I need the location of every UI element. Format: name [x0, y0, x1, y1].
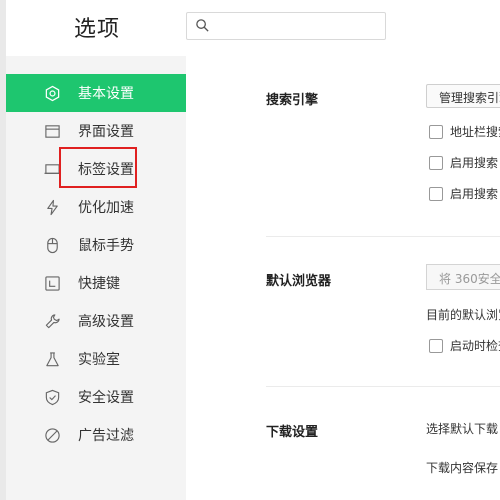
wrench-icon	[45, 314, 60, 329]
current-default-browser-text: 目前的默认浏览器	[426, 308, 500, 322]
section-title-search-engine: 搜索引擎	[266, 93, 319, 108]
checkbox-label: 启用搜索	[450, 156, 499, 170]
checkbox-label: 启动时检查	[450, 339, 500, 353]
section-title-default-browser: 默认浏览器	[266, 274, 332, 289]
sidebar-item-advanced-settings[interactable]: 高级设置	[6, 302, 186, 340]
flask-icon	[46, 352, 59, 367]
checkbox-enable-search-1[interactable]	[429, 156, 443, 170]
download-save-text: 下载内容保存	[426, 461, 499, 475]
sidebar-item-basic-settings[interactable]: 基本设置	[6, 74, 186, 112]
section-title-download: 下载设置	[266, 425, 319, 440]
settings-content: 搜索引擎 管理搜索引擎 地址栏搜索 启用搜索 启用搜索 默认浏览器 将 360安…	[186, 56, 500, 500]
sidebar-item-label: 高级设置	[78, 314, 134, 330]
sidebar-item-label: 界面设置	[78, 124, 134, 140]
sidebar-item-lab[interactable]: 实验室	[6, 340, 186, 378]
page-title: 选项	[74, 17, 121, 42]
sidebar-item-mouse-gestures[interactable]: 鼠标手势	[6, 226, 186, 264]
checkbox-label: 启用搜索	[450, 187, 499, 201]
sidebar-item-shortcuts[interactable]: 快捷键	[6, 264, 186, 302]
gear-icon	[45, 85, 60, 102]
sidebar-item-label: 基本设置	[78, 86, 134, 102]
sidebar-item-label: 广告过滤	[78, 428, 134, 444]
header: 选项	[6, 0, 500, 56]
checkbox-address-bar-search[interactable]	[429, 125, 443, 139]
sidebar-item-interface-settings[interactable]: 界面设置	[6, 112, 186, 150]
sidebar-item-label: 安全设置	[78, 390, 134, 406]
checkbox-label: 地址栏搜索	[450, 125, 500, 139]
sidebar-item-label: 快捷键	[78, 276, 120, 292]
checkbox-startup-check[interactable]	[429, 339, 443, 353]
manage-search-engine-button[interactable]: 管理搜索引擎	[426, 84, 500, 108]
sidebar-item-security-settings[interactable]: 安全设置	[6, 378, 186, 416]
default-browser-select[interactable]: 将 360安全浏览器	[426, 264, 500, 290]
lightning-icon	[47, 199, 58, 216]
checkbox-enable-search-2[interactable]	[429, 187, 443, 201]
shortcut-icon	[45, 276, 60, 291]
section-divider	[266, 386, 500, 387]
section-divider	[266, 236, 500, 237]
shield-icon	[45, 389, 60, 406]
sidebar-item-ad-filter[interactable]: 广告过滤	[6, 416, 186, 454]
window-icon	[45, 125, 60, 138]
sidebar-item-label: 优化加速	[78, 200, 134, 216]
mouse-icon	[47, 237, 58, 254]
sidebar-item-label: 实验室	[78, 352, 120, 368]
sidebar: 基本设置 界面设置 标签设置 优化加速 鼠标手势 快捷键 高级设置 实验室 安全…	[6, 56, 186, 500]
block-icon	[45, 428, 60, 443]
sidebar-item-optimization[interactable]: 优化加速	[6, 188, 186, 226]
download-choose-text: 选择默认下载	[426, 422, 499, 436]
sidebar-item-label: 鼠标手势	[78, 238, 134, 254]
search-icon	[196, 19, 209, 32]
search-input[interactable]	[186, 12, 386, 40]
highlight-annotation-box	[59, 147, 137, 188]
